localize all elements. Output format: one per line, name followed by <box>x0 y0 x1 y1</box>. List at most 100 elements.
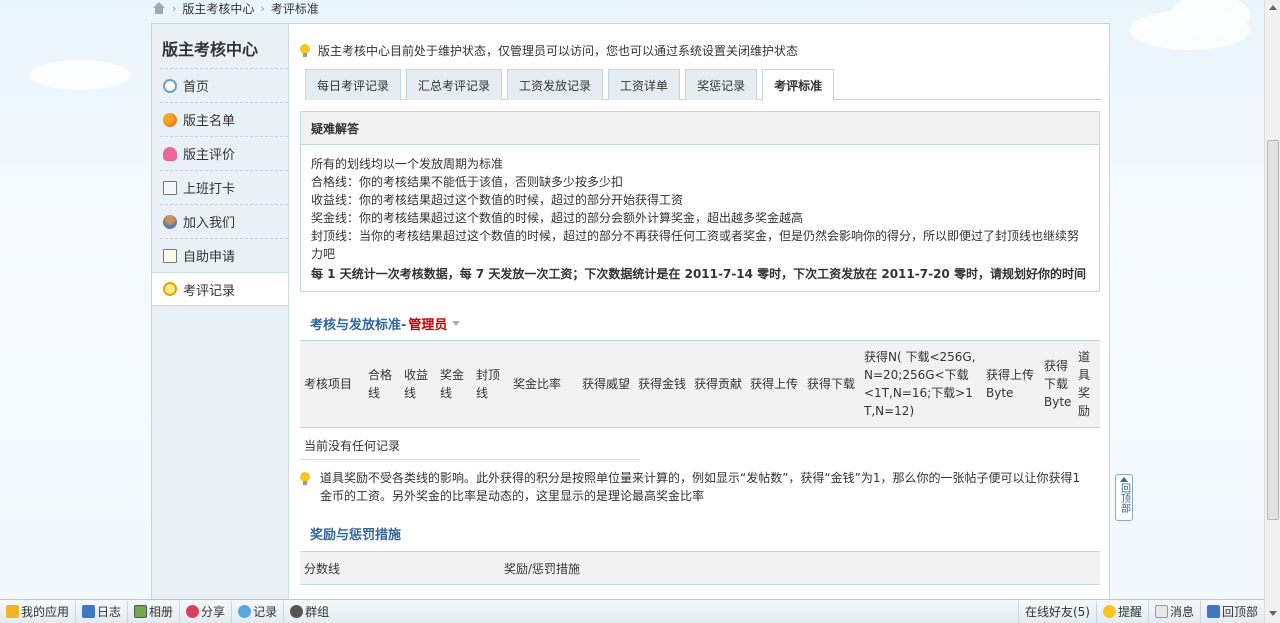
lightbulb-icon <box>300 472 310 485</box>
sidebar-title: 版主考核中心 <box>162 40 259 59</box>
col-header: 合格线 <box>368 368 393 400</box>
col-header: 获得上传 <box>750 377 799 391</box>
album-button[interactable]: 相册 <box>128 600 181 623</box>
bb-label: 我的应用 <box>21 605 70 619</box>
reward-tip: 道具奖励不受各类线的影响。此外获得的积分是按照单位量来计算的，例如显示“发帖数”… <box>300 469 1100 505</box>
lightbulb-icon <box>300 44 310 57</box>
tab-daily-records[interactable]: 每日考评记录 <box>305 69 402 100</box>
bottom-toolbar-right: 在线好友(5) 提醒 消息 回顶部 <box>1017 600 1264 623</box>
back-to-top-button[interactable]: 回顶部 <box>1115 474 1133 521</box>
notice-text: 版主考核中心目前处于维护状态，仅管理员可以访问，您也可以通过系统设置关闭维护状态 <box>318 44 799 58</box>
breadcrumb: › 版主考核中心 › 考评标准 <box>152 0 319 16</box>
tab-salary-details[interactable]: 工资详单 <box>608 69 681 100</box>
cube-icon <box>6 605 19 618</box>
envelope-icon <box>1154 605 1168 618</box>
col-header: 获得下载 <box>807 377 856 391</box>
heart-icon <box>163 146 177 161</box>
faq-body: 所有的划线均以一个发放周期为标准 合格线：你的考核结果不能低于该值，否则缺多少按… <box>301 145 1099 283</box>
faq-line: 合格线：你的考核结果不能低于该值，否则缺多少按多少扣 <box>311 175 624 189</box>
reward-section-title: 奖励与惩罚措施 <box>310 524 401 543</box>
sidebar-item-apply[interactable]: 自助申请 <box>160 238 288 272</box>
col-header: 获得贡献 <box>694 377 743 391</box>
group-icon <box>290 605 304 618</box>
tab-evaluation-standard[interactable]: 考评标准 <box>762 69 835 101</box>
faq-title: 疑难解答 <box>301 112 1099 145</box>
back-to-top-label: 回顶部 <box>1118 483 1130 513</box>
col-header: 封顶线 <box>476 368 501 400</box>
col-header: 获得下载Byte <box>1044 359 1072 409</box>
sidebar-item-label: 版主名单 <box>183 114 236 129</box>
faq-schedule: 每 1 天统计一次考核数据，每 7 天发放一次工资；下次数据统计是在 2011-… <box>311 267 1086 281</box>
scroll-up-icon[interactable] <box>1269 5 1277 10</box>
empty-records: 当前没有任何记录 <box>304 439 401 453</box>
scroll-down-icon[interactable] <box>1269 611 1277 616</box>
back-to-top-link[interactable]: 回顶部 <box>1199 600 1264 623</box>
home-circle-icon <box>163 78 177 93</box>
bb-label: 分享 <box>201 605 226 619</box>
sidebar-item-join[interactable]: 加入我们 <box>160 204 288 238</box>
tab-reward-records[interactable]: 奖惩记录 <box>685 69 758 100</box>
sidebar-item-label: 自助申请 <box>183 250 236 265</box>
id-card-icon <box>163 180 177 195</box>
user-add-icon <box>163 214 177 229</box>
faq-line: 所有的划线均以一个发放周期为标准 <box>311 157 504 171</box>
bottom-toolbar: 我的应用 日志 相册 分享 记录 群组 在线好友(5) 提醒 消息 回顶部 <box>0 599 1264 623</box>
col-header: 获得威望 <box>582 377 631 391</box>
tab-summary-records[interactable]: 汇总考评记录 <box>406 69 503 100</box>
sidebar-item-label: 版主评价 <box>183 148 236 163</box>
blog-icon <box>82 605 96 618</box>
sidebar-item-label: 首页 <box>183 80 210 95</box>
reminder-button[interactable]: 提醒 <box>1095 600 1148 623</box>
sidebar-item-rating[interactable]: 版主评价 <box>160 136 288 170</box>
faq-line: 封顶线：当你的考核结果超过这个数值的时候，超过的部分不再获得任何工资或者奖金，但… <box>311 229 1080 261</box>
share-button[interactable]: 分享 <box>180 600 233 623</box>
heart-icon <box>186 605 200 618</box>
bb-label: 相册 <box>149 605 174 619</box>
sidebar-item-records[interactable]: 考评记录 <box>152 272 288 306</box>
standard-section-title: 考核与发放标准- 管理员 <box>310 314 461 333</box>
role-selector[interactable]: 管理员 <box>408 314 447 333</box>
bb-label: 在线好友(5) <box>1024 605 1090 619</box>
main-panel: 版主考核中心 首页 版主名单 版主评价 上班打卡 加入我们 自助申请 考评记录 <box>151 23 1110 600</box>
arrow-up-icon <box>1206 605 1220 618</box>
target-icon <box>163 282 177 296</box>
online-friends-button[interactable]: 在线好友(5) <box>1017 600 1096 623</box>
blog-button[interactable]: 日志 <box>76 600 129 623</box>
sidebar-item-label: 上班打卡 <box>183 182 236 197</box>
col-header: 奖金线 <box>440 368 465 400</box>
messages-button[interactable]: 消息 <box>1147 600 1200 623</box>
tab-bar: 每日考评记录 汇总考评记录 工资发放记录 工资详单 奖惩记录 考评标准 <box>305 69 1101 101</box>
bb-label: 日志 <box>97 605 122 619</box>
bb-label: 回顶部 <box>1221 605 1258 619</box>
lightbulb-icon <box>1102 605 1116 618</box>
standard-title: 考核与发放标准- <box>310 318 407 333</box>
bb-label: 消息 <box>1169 605 1194 619</box>
reward-title: 奖励与惩罚措施 <box>310 528 402 543</box>
col-header: 收益线 <box>404 368 429 400</box>
standard-table-header: 考核项目 合格线 收益线 奖金线 封顶线 奖金比率 获得威望 获得金钱 获得贡献… <box>300 340 1100 428</box>
chevron-down-icon[interactable] <box>452 321 461 326</box>
tab-salary-records[interactable]: 工资发放记录 <box>507 69 604 100</box>
scroll-thumb[interactable] <box>1267 140 1279 520</box>
record-button[interactable]: 记录 <box>232 600 285 623</box>
breadcrumb-current: 考评标准 <box>270 1 319 16</box>
col-header: 获得N( 下载<256G,N=20;256G<下载<1T,N=16;下载>1T,… <box>864 350 976 418</box>
sidebar-item-home[interactable]: 首页 <box>160 68 288 102</box>
sidebar: 版主考核中心 首页 版主名单 版主评价 上班打卡 加入我们 自助申请 考评记录 <box>152 24 289 599</box>
chat-bubble-icon <box>238 605 252 618</box>
tip-text: 道具奖励不受各类线的影响。此外获得的积分是按照单位量来计算的，例如显示“发帖数”… <box>320 471 1081 503</box>
sidebar-item-moderators[interactable]: 版主名单 <box>160 102 288 136</box>
bb-label: 群组 <box>305 605 330 619</box>
my-apps-button[interactable]: 我的应用 <box>0 600 77 623</box>
clipboard-icon <box>163 248 177 263</box>
group-button[interactable]: 群组 <box>284 601 335 623</box>
breadcrumb-link[interactable]: 版主考核中心 <box>182 0 254 17</box>
sidebar-item-checkin[interactable]: 上班打卡 <box>160 170 288 204</box>
vertical-scrollbar[interactable] <box>1264 0 1280 623</box>
photo-icon <box>134 605 148 618</box>
faq-line: 收益线：你的考核结果超过这个数值的时候，超过的部分开始获得工资 <box>311 193 684 207</box>
home-icon[interactable] <box>152 2 166 14</box>
faq-box: 疑难解答 所有的划线均以一个发放周期为标准 合格线：你的考核结果不能低于该值，否… <box>300 111 1100 292</box>
col-header: 考核项目 <box>304 377 353 391</box>
bb-label: 记录 <box>253 605 278 619</box>
